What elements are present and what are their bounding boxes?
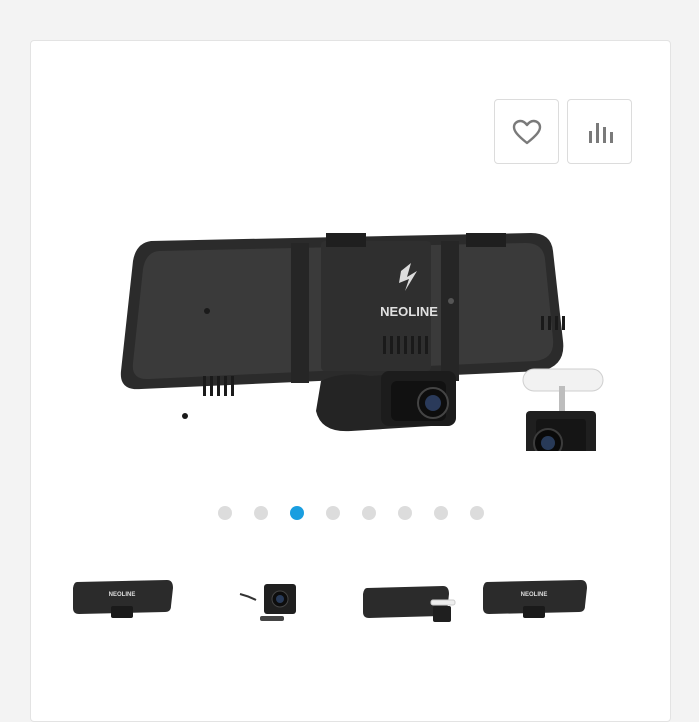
gallery-pagination — [31, 506, 670, 520]
main-product-image[interactable]: NEOLINE — [111, 221, 611, 476]
pagination-dot-active[interactable] — [289, 506, 304, 520]
svg-text:NEOLINE: NEOLINE — [521, 592, 548, 598]
thumbnail-4[interactable]: NEOLINE — [479, 566, 589, 636]
favorite-button[interactable] — [494, 99, 559, 164]
svg-text:NEOLINE: NEOLINE — [109, 592, 136, 598]
compare-button[interactable] — [567, 99, 632, 164]
pagination-dot[interactable] — [469, 506, 484, 520]
pagination-dot[interactable] — [325, 506, 340, 520]
thumbnail-3[interactable] — [359, 566, 459, 636]
thumbnail-strip: NEOLINE NEOLINE — [61, 566, 661, 636]
heart-icon — [512, 119, 541, 144]
pagination-dot[interactable] — [217, 506, 232, 520]
thumbnail-2[interactable] — [236, 566, 306, 636]
pagination-dot[interactable] — [253, 506, 268, 520]
bar-chart-icon — [588, 122, 613, 143]
product-gallery-card: NEOLINE NEOLINE NEOLINE — [30, 40, 671, 722]
svg-text:NEOLINE: NEOLINE — [380, 304, 438, 319]
thumbnail-1[interactable]: NEOLINE — [69, 566, 175, 636]
pagination-dot[interactable] — [433, 506, 448, 520]
pagination-dot[interactable] — [397, 506, 412, 520]
pagination-dot[interactable] — [361, 506, 376, 520]
